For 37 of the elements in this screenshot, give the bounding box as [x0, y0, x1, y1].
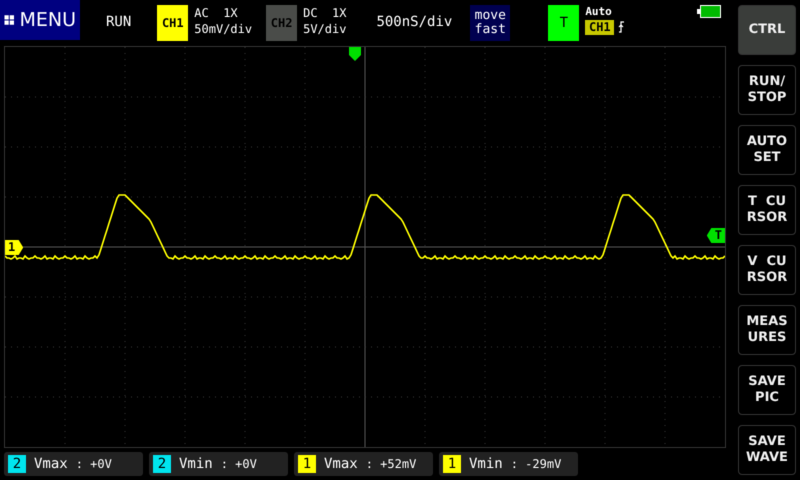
- channel-coupling: DC 1X: [303, 5, 346, 22]
- channel-tag: 2: [153, 455, 171, 473]
- measurement-label: Vmin: [469, 456, 503, 472]
- side-menu-button[interactable]: RUN/ STOP: [738, 65, 796, 115]
- measurement-value: : +0V: [220, 457, 257, 471]
- channel-scale: 5V/div: [303, 21, 346, 38]
- side-menu-button[interactable]: SAVE PIC: [738, 365, 796, 415]
- channel-badge[interactable]: CH1: [157, 5, 188, 41]
- measurement-value: : +0V: [76, 457, 112, 471]
- side-menu-button[interactable]: V CU RSOR: [738, 245, 796, 295]
- channel-tag: 1: [298, 455, 316, 473]
- trigger-source: CH1: [585, 20, 614, 35]
- trigger-mode: Auto: [585, 5, 613, 20]
- side-menu-button[interactable]: T CU RSOR: [738, 185, 796, 235]
- side-menu-button[interactable]: AUTO SET: [738, 125, 796, 175]
- side-menu-button[interactable]: SAVE WAVE: [738, 425, 796, 475]
- side-menu-button[interactable]: CTRL: [738, 5, 796, 55]
- trigger-badge[interactable]: T: [548, 5, 580, 41]
- trigger-position-icon[interactable]: [349, 47, 361, 61]
- measurement-value: : +52mV: [366, 457, 416, 471]
- channel-tag: 2: [8, 455, 26, 473]
- measurement-value: : -29mV: [510, 457, 562, 471]
- measurement-label: Vmin: [179, 456, 213, 472]
- side-menu-button[interactable]: MEAS URES: [738, 305, 796, 355]
- measurement-label: Vmax: [34, 456, 68, 472]
- channel-scale: 50mV/div: [194, 21, 252, 38]
- channel-coupling: AC 1X: [194, 5, 239, 22]
- battery-icon: [697, 5, 722, 18]
- run-status: RUN: [106, 13, 132, 32]
- measurement-label: Vmax: [324, 456, 358, 472]
- trigger-level-marker[interactable]: T: [706, 228, 725, 243]
- channel-marker[interactable]: 1: [5, 240, 24, 255]
- channel-tag: 1: [443, 455, 461, 473]
- move-mode-button[interactable]: move fast: [470, 5, 510, 41]
- menu-button[interactable]: MENU: [0, 0, 80, 40]
- rising-edge-icon: [618, 21, 626, 34]
- timebase: 500nS/div: [376, 13, 452, 32]
